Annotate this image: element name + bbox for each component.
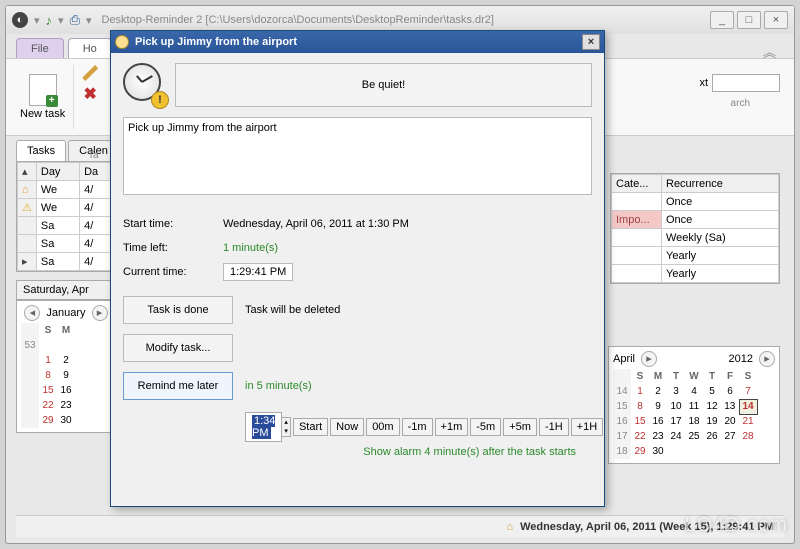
snooze-controls: 1:34 PM ▴▾ Start Now 00m -1m +1m -5m +5m… bbox=[245, 412, 592, 442]
dropdown-icon-3[interactable]: ▾ bbox=[86, 14, 92, 27]
tasks-tab[interactable]: Tasks bbox=[16, 140, 66, 161]
alarm-clock-icon: ! bbox=[123, 63, 165, 105]
table-row[interactable]: Once bbox=[612, 193, 779, 211]
table-row[interactable]: Yearly bbox=[612, 265, 779, 283]
current-time-value: 1:29:41 PM bbox=[223, 263, 293, 281]
snooze-step-start[interactable]: Start bbox=[293, 418, 328, 436]
printer-icon[interactable]: ⎙ bbox=[70, 12, 80, 28]
clock-icon bbox=[115, 35, 129, 49]
calendar-left[interactable]: ◂ January ▸ SM 53 12 89 1516 2223 2930 bbox=[16, 300, 116, 433]
snooze-time-spinner[interactable]: 1:34 PM bbox=[245, 412, 282, 442]
snooze-step-minus1m[interactable]: -1m bbox=[402, 418, 433, 436]
start-time-label: Start time: bbox=[123, 218, 223, 230]
new-task-button[interactable]: + New task bbox=[20, 74, 65, 120]
edit-icon[interactable] bbox=[82, 65, 98, 81]
dialog-title: Pick up Jimmy from the airport bbox=[135, 36, 297, 48]
task-table: ▴ Day Da ⌂We4/ ⚠We4/ Sa4/ Sa4/ ▸Sa4/ bbox=[16, 161, 116, 272]
window-title: Desktop-Reminder 2 [C:\Users\dozorca\Doc… bbox=[102, 14, 711, 26]
task-done-button[interactable]: Task is done bbox=[123, 296, 233, 324]
close-icon[interactable]: × bbox=[582, 34, 600, 50]
music-icon[interactable]: ♪ bbox=[46, 13, 53, 28]
home-tab[interactable]: Ho bbox=[68, 38, 112, 58]
col-day[interactable]: Day bbox=[36, 163, 79, 181]
dropdown-icon-2[interactable]: ▾ bbox=[58, 14, 64, 27]
task-description[interactable] bbox=[123, 117, 592, 195]
year-label: 2012 bbox=[729, 353, 753, 365]
snooze-step-plus1m[interactable]: +1m bbox=[435, 418, 469, 436]
dialog-titlebar: Pick up Jimmy from the airport × bbox=[111, 31, 604, 53]
time-left-label: Time left: bbox=[123, 242, 223, 254]
task-table-right: Cate... Recurrence Once Impo...Once Week… bbox=[610, 173, 780, 284]
task-done-note: Task will be deleted bbox=[245, 304, 340, 316]
alarm-offset-note: Show alarm 4 minute(s) after the task st… bbox=[245, 446, 592, 458]
document-icon: + bbox=[29, 74, 57, 106]
warning-icon: ⚠ bbox=[22, 202, 32, 214]
table-row[interactable]: Sa4/ bbox=[18, 235, 115, 253]
snooze-step-minus5m[interactable]: -5m bbox=[470, 418, 501, 436]
prev-month-icon[interactable]: ◂ bbox=[24, 305, 40, 321]
col-category[interactable]: Cate... bbox=[612, 175, 662, 193]
minimize-button[interactable]: _ bbox=[710, 11, 734, 29]
remind-later-note: in 5 minute(s) bbox=[245, 380, 312, 392]
collapse-ribbon-icon[interactable]: ︽ bbox=[763, 42, 776, 61]
search-input[interactable] bbox=[712, 74, 780, 92]
app-icon: ◐ bbox=[12, 12, 28, 28]
table-row[interactable]: ▸Sa4/ bbox=[18, 253, 115, 271]
remind-later-button[interactable]: Remind me later bbox=[123, 372, 233, 400]
snooze-step-plus5m[interactable]: +5m bbox=[503, 418, 537, 436]
search-label: arch bbox=[731, 98, 750, 109]
table-row[interactable]: ⌂We4/ bbox=[18, 181, 115, 199]
snooze-step-minus1h[interactable]: -1H bbox=[539, 418, 569, 436]
next-year-icon[interactable]: ▸ bbox=[759, 351, 775, 367]
table-row[interactable]: ⚠We4/ bbox=[18, 199, 115, 217]
modify-task-button[interactable]: Modify task... bbox=[123, 334, 233, 362]
snooze-step-00m[interactable]: 00m bbox=[366, 418, 399, 436]
spinner-buttons[interactable]: ▴▾ bbox=[282, 417, 291, 437]
time-left-value: 1 minute(s) bbox=[223, 242, 278, 254]
delete-icon[interactable]: ✖ bbox=[82, 87, 98, 103]
dropdown-icon[interactable]: ▾ bbox=[34, 14, 40, 27]
be-quiet-button[interactable]: Be quiet! bbox=[175, 63, 592, 107]
current-time-label: Current time: bbox=[123, 266, 223, 278]
snooze-step-plus1h[interactable]: +1H bbox=[571, 418, 604, 436]
snooze-step-now[interactable]: Now bbox=[330, 418, 364, 436]
row-selector-header: ▴ bbox=[18, 163, 37, 181]
status-text: Wednesday, April 06, 2011 (Week 15), 1:2… bbox=[520, 521, 774, 533]
next-month-icon[interactable]: ▸ bbox=[92, 305, 108, 321]
month-label: January bbox=[46, 307, 85, 319]
right-ribbon-area: xt arch bbox=[699, 74, 780, 109]
col-recurrence[interactable]: Recurrence bbox=[662, 175, 779, 193]
start-time-value: Wednesday, April 06, 2011 at 1:30 PM bbox=[223, 218, 409, 230]
house-icon: ⌂ bbox=[506, 521, 513, 533]
text-label-xt: xt bbox=[699, 77, 708, 89]
house-icon: ⌂ bbox=[22, 184, 29, 196]
close-button[interactable]: × bbox=[764, 11, 788, 29]
table-row[interactable]: Sa4/ bbox=[18, 217, 115, 235]
table-row[interactable]: Weekly (Sa) bbox=[612, 229, 779, 247]
status-bar: ⌂ Wednesday, April 06, 2011 (Week 15), 1… bbox=[16, 515, 784, 537]
maximize-button[interactable]: □ bbox=[737, 11, 761, 29]
next-month-icon[interactable]: ▸ bbox=[641, 351, 657, 367]
calendar-right[interactable]: April ▸ 2012 ▸ SMTWTFS 141234567 1589101… bbox=[608, 346, 780, 464]
table-row[interactable]: Impo...Once bbox=[612, 211, 779, 229]
spin-down-icon: ▾ bbox=[282, 427, 290, 436]
file-menu[interactable]: File bbox=[16, 38, 64, 58]
reminder-dialog: Pick up Jimmy from the airport × ! Be qu… bbox=[110, 30, 605, 507]
table-row[interactable]: Yearly bbox=[612, 247, 779, 265]
new-task-label: New task bbox=[20, 108, 65, 120]
calendar-header-left: Saturday, Apr bbox=[16, 280, 116, 300]
month-label-right: April bbox=[613, 353, 635, 365]
ribbon-group-label: Ta bbox=[88, 150, 99, 161]
spin-up-icon: ▴ bbox=[282, 418, 290, 427]
